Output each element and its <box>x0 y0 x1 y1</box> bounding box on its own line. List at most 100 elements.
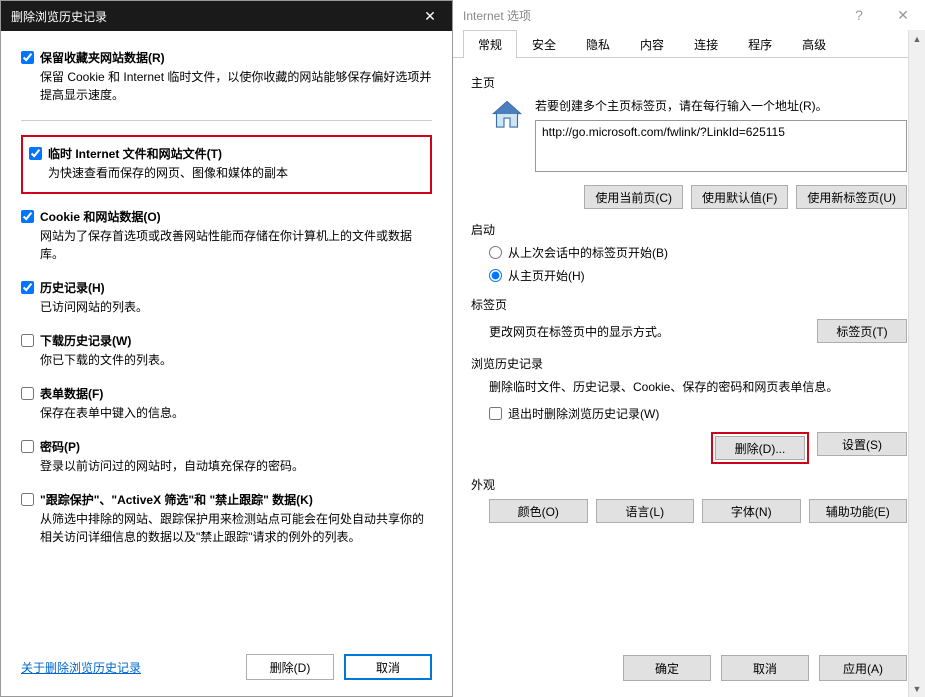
downloads-row[interactable]: 下载历史记录(W) <box>21 332 432 349</box>
home-icon <box>489 97 525 133</box>
startup-from-home-radio[interactable] <box>489 269 502 282</box>
preserve-favorites-label: 保留收藏夹网站数据(R) <box>40 49 165 66</box>
browse-history-section: 浏览历史记录 删除临时文件、历史记录、Cookie、保存的密码和网页表单信息。 … <box>471 355 907 464</box>
scrollbar[interactable]: ▲ ▼ <box>908 30 925 697</box>
startup-from-last-label: 从上次会话中的标签页开始(B) <box>508 244 668 261</box>
apply-button[interactable]: 应用(A) <box>819 655 907 681</box>
option-history: 历史记录(H) 已访问网站的列表。 <box>21 279 432 316</box>
formdata-label: 表单数据(F) <box>40 385 103 402</box>
tabpage-desc: 更改网页在标签页中的显示方式。 <box>489 323 817 340</box>
tracking-row[interactable]: "跟踪保护"、"ActiveX 筛选"和 "禁止跟踪" 数据(K) <box>21 491 432 508</box>
passwords-row[interactable]: 密码(P) <box>21 438 432 455</box>
startup-from-home[interactable]: 从主页开始(H) <box>489 267 907 284</box>
option-passwords: 密码(P) 登录以前访问过的网站时，自动填充保存的密码。 <box>21 438 432 475</box>
history-settings-button[interactable]: 设置(S) <box>817 432 907 456</box>
homepage-title: 主页 <box>471 74 907 91</box>
tab-advanced[interactable]: 高级 <box>787 30 841 58</box>
history-desc: 已访问网站的列表。 <box>40 298 432 316</box>
scroll-up-icon[interactable]: ▲ <box>909 30 925 47</box>
exit-delete-checkbox[interactable] <box>489 407 502 420</box>
left-body: 保留收藏夹网站数据(R) 保留 Cookie 和 Internet 临时文件，以… <box>1 31 452 546</box>
tabs: 常规 安全 隐私 内容 连接 程序 高级 <box>453 30 925 58</box>
highlight-delete-button: 删除(D)... <box>711 432 809 464</box>
history-checkbox[interactable] <box>21 281 34 294</box>
cookies-desc: 网站为了保存首选项或改善网站性能而存储在你计算机上的文件或数据库。 <box>40 227 432 263</box>
cookies-row[interactable]: Cookie 和网站数据(O) <box>21 208 432 225</box>
tab-content[interactable]: 内容 <box>625 30 679 58</box>
temp-internet-row[interactable]: 临时 Internet 文件和网站文件(T) <box>29 145 424 162</box>
tab-general[interactable]: 常规 <box>463 30 517 58</box>
right-dialog-title: Internet 选项 <box>463 7 837 24</box>
preserve-favorites-row[interactable]: 保留收藏夹网站数据(R) <box>21 49 432 66</box>
use-current-button[interactable]: 使用当前页(C) <box>584 185 683 209</box>
use-default-button[interactable]: 使用默认值(F) <box>691 185 788 209</box>
passwords-desc: 登录以前访问过的网站时，自动填充保存的密码。 <box>40 457 432 475</box>
passwords-checkbox[interactable] <box>21 440 34 453</box>
tracking-label: "跟踪保护"、"ActiveX 筛选"和 "禁止跟踪" 数据(K) <box>40 491 313 508</box>
tracking-checkbox[interactable] <box>21 493 34 506</box>
option-downloads: 下载历史记录(W) 你已下载的文件的列表。 <box>21 332 432 369</box>
cookies-checkbox[interactable] <box>21 210 34 223</box>
tab-programs[interactable]: 程序 <box>733 30 787 58</box>
option-preserve-favorites: 保留收藏夹网站数据(R) 保留 Cookie 和 Internet 临时文件，以… <box>21 49 432 104</box>
close-icon[interactable]: ✕ <box>881 0 925 30</box>
history-row[interactable]: 历史记录(H) <box>21 279 432 296</box>
delete-button[interactable]: 删除(D) <box>246 654 334 680</box>
tabpage-title: 标签页 <box>471 296 907 313</box>
font-button[interactable]: 字体(N) <box>702 499 801 523</box>
homepage-section: 主页 若要创建多个主页标签页，请在每行输入一个地址(R)。 使用当前页(C) 使… <box>471 74 907 209</box>
browse-history-desc: 删除临时文件、历史记录、Cookie、保存的密码和网页表单信息。 <box>489 378 907 395</box>
history-delete-button[interactable]: 删除(D)... <box>715 436 805 460</box>
internet-options-dialog: Internet 选项 ? ✕ 常规 安全 隐私 内容 连接 程序 高级 主页 … <box>453 0 925 697</box>
startup-section: 启动 从上次会话中的标签页开始(B) 从主页开始(H) <box>471 221 907 284</box>
startup-from-last-radio[interactable] <box>489 246 502 259</box>
passwords-label: 密码(P) <box>40 438 80 455</box>
appearance-title: 外观 <box>471 476 907 493</box>
startup-from-last[interactable]: 从上次会话中的标签页开始(B) <box>489 244 907 261</box>
help-icon[interactable]: ? <box>837 0 881 30</box>
tabpage-button[interactable]: 标签页(T) <box>817 319 907 343</box>
option-formdata: 表单数据(F) 保存在表单中键入的信息。 <box>21 385 432 422</box>
temp-internet-label: 临时 Internet 文件和网站文件(T) <box>48 145 222 162</box>
use-newtab-button[interactable]: 使用新标签页(U) <box>796 185 907 209</box>
right-body: 主页 若要创建多个主页标签页，请在每行输入一个地址(R)。 使用当前页(C) 使… <box>453 58 925 523</box>
color-button[interactable]: 颜色(O) <box>489 499 588 523</box>
temp-internet-desc: 为快速查看而保存的网页、图像和媒体的副本 <box>48 164 424 182</box>
exit-delete-row[interactable]: 退出时删除浏览历史记录(W) <box>489 405 907 422</box>
left-dialog-title: 删除浏览历史记录 <box>11 8 408 25</box>
left-titlebar: 删除浏览历史记录 ✕ <box>1 1 452 31</box>
accessibility-button[interactable]: 辅助功能(E) <box>809 499 908 523</box>
formdata-row[interactable]: 表单数据(F) <box>21 385 432 402</box>
startup-from-home-label: 从主页开始(H) <box>508 267 585 284</box>
cookies-label: Cookie 和网站数据(O) <box>40 208 161 225</box>
downloads-checkbox[interactable] <box>21 334 34 347</box>
preserve-favorites-checkbox[interactable] <box>21 51 34 64</box>
startup-title: 启动 <box>471 221 907 238</box>
tab-privacy[interactable]: 隐私 <box>571 30 625 58</box>
left-footer: 关于删除浏览历史记录 删除(D) 取消 <box>1 638 452 696</box>
exit-delete-label: 退出时删除浏览历史记录(W) <box>508 405 659 422</box>
option-tracking: "跟踪保护"、"ActiveX 筛选"和 "禁止跟踪" 数据(K) 从筛选中排除… <box>21 491 432 546</box>
option-cookies: Cookie 和网站数据(O) 网站为了保存首选项或改善网站性能而存储在你计算机… <box>21 208 432 263</box>
divider <box>21 120 432 121</box>
browse-history-title: 浏览历史记录 <box>471 355 907 372</box>
cancel-button-right[interactable]: 取消 <box>721 655 809 681</box>
tabpage-section: 标签页 更改网页在标签页中的显示方式。 标签页(T) <box>471 296 907 343</box>
about-delete-link[interactable]: 关于删除浏览历史记录 <box>21 659 141 676</box>
cancel-button[interactable]: 取消 <box>344 654 432 680</box>
highlight-temp-internet: 临时 Internet 文件和网站文件(T) 为快速查看而保存的网页、图像和媒体… <box>21 135 432 194</box>
downloads-label: 下载历史记录(W) <box>40 332 131 349</box>
close-icon[interactable]: ✕ <box>408 1 452 31</box>
scroll-down-icon[interactable]: ▼ <box>909 680 925 697</box>
temp-internet-checkbox[interactable] <box>29 147 42 160</box>
homepage-input[interactable] <box>535 120 907 172</box>
ok-button[interactable]: 确定 <box>623 655 711 681</box>
delete-history-dialog: 删除浏览历史记录 ✕ 保留收藏夹网站数据(R) 保留 Cookie 和 Inte… <box>0 0 453 697</box>
preserve-favorites-desc: 保留 Cookie 和 Internet 临时文件，以使你收藏的网站能够保存偏好… <box>40 68 432 104</box>
formdata-checkbox[interactable] <box>21 387 34 400</box>
tracking-desc: 从筛选中排除的网站、跟踪保护用来检测站点可能会在何处自动共享你的相关访问详细信息… <box>40 510 432 546</box>
language-button[interactable]: 语言(L) <box>596 499 695 523</box>
tab-security[interactable]: 安全 <box>517 30 571 58</box>
formdata-desc: 保存在表单中键入的信息。 <box>40 404 432 422</box>
tab-connections[interactable]: 连接 <box>679 30 733 58</box>
